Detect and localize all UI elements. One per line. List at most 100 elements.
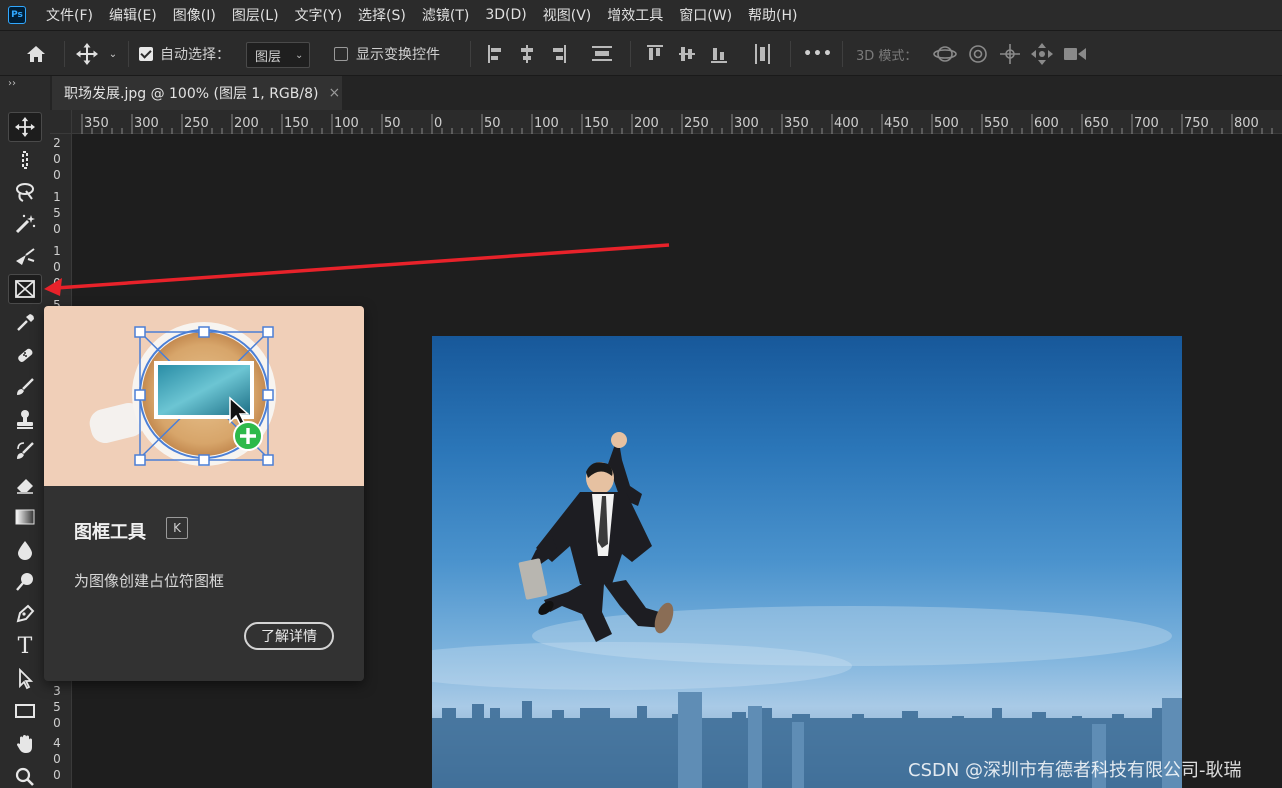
learn-more-button[interactable]: 了解详情 — [244, 622, 334, 650]
ruler-label: 750 — [1184, 116, 1209, 131]
3d-roll-icon[interactable] — [966, 31, 990, 77]
ruler-label: 50 — [384, 116, 401, 131]
blur-tool[interactable] — [8, 535, 42, 565]
auto-select-target-dropdown[interactable]: 图层 ⌄ — [246, 42, 310, 68]
ruler-label: 200 — [634, 116, 659, 131]
hand-icon — [17, 735, 32, 753]
dodge-tool[interactable] — [8, 567, 42, 597]
frame-icon — [15, 280, 35, 298]
brush-tool[interactable] — [8, 372, 42, 402]
hand-tool[interactable] — [8, 729, 42, 759]
magic-wand-tool[interactable] — [8, 209, 42, 239]
align-top-icon[interactable] — [644, 31, 666, 77]
distribute-vertical-icon[interactable] — [590, 31, 614, 77]
show-transform-checkbox[interactable] — [334, 31, 348, 77]
document-canvas-image[interactable] — [432, 336, 1182, 788]
auto-select-target-value: 图层 — [255, 49, 282, 65]
magnifier-icon — [15, 767, 34, 786]
home-button[interactable] — [18, 31, 54, 77]
photoshop-window: Ps 文件(F) 编辑(E) 图像(I) 图层(L) 文字(Y) 选择(S) 滤… — [0, 0, 1282, 788]
home-icon — [27, 46, 45, 62]
ruler-label: 250 — [184, 116, 209, 131]
document-tab-title: 职场发展.jpg @ 100% (图层 1, RGB/8) — [64, 86, 319, 102]
menu-filter[interactable]: 滤镜(T) — [414, 5, 477, 25]
auto-select-checkbox[interactable] — [138, 31, 154, 77]
ruler-label: 50 — [484, 116, 501, 131]
rectangle-icon — [15, 704, 35, 718]
ruler-label: 0 — [53, 716, 61, 730]
marquee-tool[interactable] — [8, 145, 42, 175]
menu-window[interactable]: 窗口(W) — [671, 5, 740, 25]
zoom-tool[interactable] — [8, 762, 42, 788]
ruler-label: 100 — [534, 116, 559, 131]
ruler-label: 4 — [53, 736, 61, 750]
ruler-label: 500 — [934, 116, 959, 131]
tools-panel: T — [0, 108, 50, 788]
menu-type[interactable]: 文字(Y) — [287, 5, 350, 25]
ruler-label: 450 — [884, 116, 909, 131]
coffee-frame-illustration — [89, 322, 276, 466]
ruler-horizontal[interactable]: 350 300 250 200 150 100 50 0 50 100 150 200 250 300 35… — [50, 110, 1282, 134]
collapse-toolbar-icon[interactable]: ›› — [8, 78, 16, 89]
type-tool[interactable]: T — [8, 631, 42, 661]
clone-stamp-tool[interactable] — [8, 404, 42, 434]
align-vertical-center-icon[interactable] — [676, 31, 698, 77]
businessman-jumping-photo — [432, 432, 1182, 788]
cursor-arrow-icon — [19, 668, 34, 690]
3d-orbit-icon[interactable] — [932, 31, 958, 77]
align-bottom-icon[interactable] — [708, 31, 730, 77]
ruler-label: 1 — [53, 244, 61, 258]
align-horizontal-center-icon[interactable] — [516, 31, 538, 77]
ruler-label: 350 — [84, 116, 109, 131]
move-tool[interactable] — [8, 112, 42, 142]
menu-image[interactable]: 图像(I) — [165, 5, 224, 25]
droplet-icon — [18, 541, 32, 560]
3d-slide-icon[interactable] — [1030, 31, 1054, 77]
ruler-label: 0 — [53, 260, 61, 274]
ruler-label: 5 — [53, 206, 61, 220]
ruler-label: 700 — [1134, 116, 1159, 131]
menu-plugins[interactable]: 增效工具 — [599, 5, 671, 25]
lasso-icon — [16, 183, 34, 202]
3d-scale-icon[interactable] — [1062, 31, 1088, 77]
ruler-corner[interactable] — [50, 110, 72, 134]
menu-help[interactable]: 帮助(H) — [740, 5, 805, 25]
ruler-label: 0 — [53, 752, 61, 766]
slice-icon — [16, 248, 35, 265]
move-icon — [15, 117, 35, 137]
3d-pan-icon[interactable] — [998, 31, 1022, 77]
history-brush-tool[interactable] — [8, 436, 42, 466]
path-selection-tool[interactable] — [8, 664, 42, 694]
rectangle-tool[interactable] — [8, 696, 42, 726]
close-icon[interactable]: × — [328, 85, 340, 101]
pen-icon — [16, 604, 35, 623]
chevron-down-icon[interactable]: ⌄ — [104, 31, 122, 77]
frame-tool[interactable] — [8, 274, 42, 304]
healing-brush-tool[interactable] — [8, 340, 42, 370]
menu-edit[interactable]: 编辑(E) — [101, 5, 165, 25]
gradient-tool[interactable] — [8, 502, 42, 532]
pen-tool[interactable] — [8, 599, 42, 629]
ruler-label: 800 — [1234, 116, 1259, 131]
menu-select[interactable]: 选择(S) — [350, 5, 414, 25]
align-left-icon[interactable] — [484, 31, 506, 77]
eraser-tool[interactable] — [8, 469, 42, 499]
ruler-label: 550 — [984, 116, 1009, 131]
distribute-horizontal-icon[interactable] — [752, 31, 774, 77]
ruler-label: 100 — [334, 116, 359, 131]
crop-slice-tool[interactable] — [8, 241, 42, 271]
menu-3d[interactable]: 3D(D) — [477, 7, 534, 23]
more-options-button[interactable]: ••• — [803, 31, 832, 77]
ruler-label: 1 — [53, 190, 61, 204]
move-tool-preset-button[interactable] — [74, 31, 100, 77]
ruler-label: 0 — [53, 276, 61, 290]
lasso-tool[interactable] — [8, 177, 42, 207]
ruler-label: 150 — [284, 116, 309, 131]
eyedropper-tool[interactable] — [8, 308, 42, 338]
menu-file[interactable]: 文件(F) — [38, 5, 101, 25]
align-right-icon[interactable] — [548, 31, 570, 77]
menu-view[interactable]: 视图(V) — [535, 5, 600, 25]
eyedropper-icon — [17, 314, 34, 331]
document-tab[interactable]: 职场发展.jpg @ 100% (图层 1, RGB/8) × — [52, 76, 342, 110]
menu-layer[interactable]: 图层(L) — [224, 5, 287, 25]
